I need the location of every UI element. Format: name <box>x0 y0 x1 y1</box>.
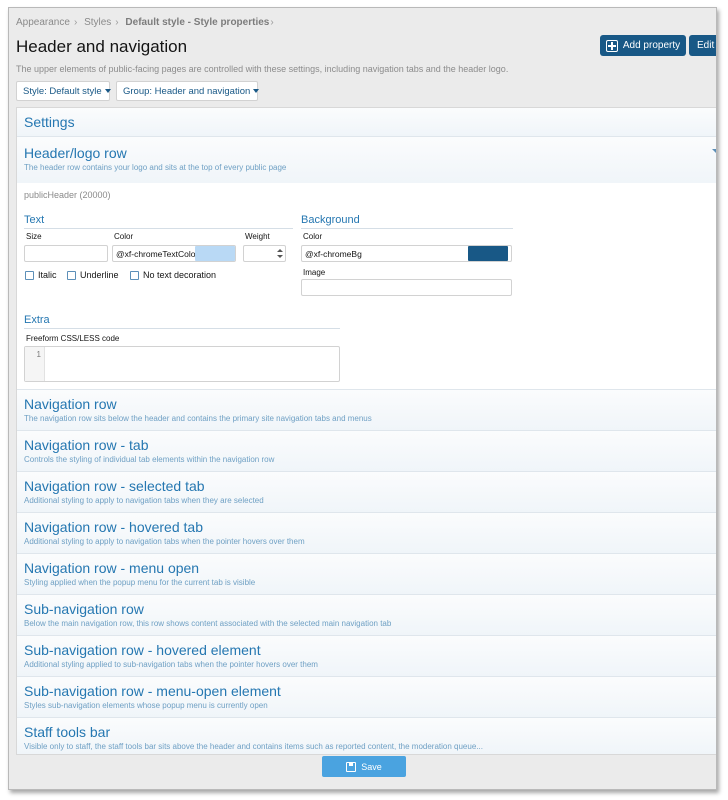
section-settings[interactable]: Settings <box>17 108 717 136</box>
style-filter-label: Style: Default style <box>23 85 102 97</box>
freeform-css-label: Freeform CSS/LESS code <box>26 334 120 343</box>
size-input[interactable] <box>24 245 108 262</box>
section-subtitle: Visible only to staff, the staff tools b… <box>24 742 483 751</box>
divider <box>24 328 340 329</box>
bg-color-value: @xf-chromeBg <box>305 248 362 259</box>
section-subtitle: Additional styling to apply to navigatio… <box>24 496 264 505</box>
chevron-right-icon <box>716 604 717 614</box>
section-header-logo-row[interactable]: Header/logo row The header row contains … <box>17 136 716 183</box>
no-decoration-checkbox[interactable] <box>130 271 139 280</box>
chevron-right-icon <box>716 686 717 696</box>
size-label: Size <box>26 232 42 241</box>
chevron-right-icon <box>716 399 717 409</box>
bg-color-swatch[interactable] <box>468 246 508 261</box>
group-filter-dropdown[interactable]: Group: Header and navigation <box>116 81 260 101</box>
app-window: Appearance › Styles › Default style - Styl… <box>8 7 717 790</box>
section-subtitle: Styling applied when the popup menu for … <box>24 578 256 587</box>
chevron-right-icon <box>716 440 717 450</box>
breadcrumb-style-properties[interactable]: Default style - Style properties <box>125 17 269 28</box>
properties-panel: Settings Header/logo row The header row … <box>16 107 717 755</box>
chevron-right-icon <box>716 727 717 737</box>
stepper-arrows-icon <box>277 249 283 258</box>
style-filter-dropdown[interactable]: Style: Default style <box>16 81 111 101</box>
text-group-title: Text <box>24 214 45 226</box>
image-label: Image <box>303 268 326 277</box>
section-subtitle: Additional styling applied to sub-naviga… <box>24 660 318 669</box>
caret-down-icon <box>253 89 260 93</box>
section-subtitle: Below the main navigation row, this row … <box>24 619 392 628</box>
section-sub-navigation-row[interactable]: Sub-navigation row Below the main naviga… <box>17 594 717 635</box>
bg-color-label: Color <box>303 232 323 241</box>
breadcrumb-appearance[interactable]: Appearance <box>16 17 70 28</box>
section-sub-navigation-row-menu-open[interactable]: Sub-navigation row - menu-open element S… <box>17 676 717 717</box>
chevron-right-icon <box>716 645 717 655</box>
section-sub-navigation-row-hovered[interactable]: Sub-navigation row - hovered element Add… <box>17 635 717 676</box>
underline-checkbox[interactable] <box>67 271 76 280</box>
divider <box>24 228 293 229</box>
section-navigation-row-hovered-tab[interactable]: Navigation row - hovered tab Additional … <box>17 512 717 553</box>
add-property-label: Add property <box>622 40 681 51</box>
section-title: Navigation row - hovered tab <box>24 519 203 535</box>
text-color-value: @xf-chromeTextColor <box>116 248 199 259</box>
line-number-gutter: 1 <box>25 347 45 381</box>
plus-square-icon <box>605 39 618 52</box>
save-button[interactable]: Save <box>322 756 406 777</box>
chevron-right-icon <box>716 563 717 573</box>
breadcrumb: Appearance › Styles › Default style - Styl… <box>16 17 274 28</box>
image-input[interactable] <box>301 279 512 296</box>
section-subtitle: Styles sub-navigation elements whose pop… <box>24 701 268 710</box>
section-title: Settings <box>24 114 75 130</box>
section-title: Navigation row - tab <box>24 437 149 453</box>
breadcrumb-styles[interactable]: Styles <box>84 17 111 28</box>
section-title: Navigation row - selected tab <box>24 478 205 494</box>
section-title: Navigation row <box>24 396 117 412</box>
no-decoration-label: No text decoration <box>143 270 217 280</box>
caret-down-icon <box>104 89 111 93</box>
save-icon <box>346 761 357 772</box>
section-title: Sub-navigation row - menu-open element <box>24 683 281 699</box>
edit-button[interactable]: Edit <box>689 35 716 56</box>
section-title: Sub-navigation row <box>24 601 144 617</box>
section-title: Navigation row - menu open <box>24 560 200 576</box>
weight-label: Weight <box>245 232 270 241</box>
section-staff-tools-bar[interactable]: Staff tools bar Visible only to staff, t… <box>17 717 717 754</box>
header-logo-row-editor: publicHeader (20000) Text Size Color @xf… <box>17 183 716 389</box>
chevron-right-icon <box>716 522 717 532</box>
color-label: Color <box>114 232 134 241</box>
section-title: Sub-navigation row - hovered element <box>24 642 261 658</box>
section-navigation-row[interactable]: Navigation row The navigation row sits b… <box>17 389 717 430</box>
chevron-right-icon <box>716 116 717 126</box>
section-navigation-row-menu-open[interactable]: Navigation row - menu open Styling appli… <box>17 553 717 594</box>
section-subtitle: The header row contains your logo and si… <box>24 163 287 172</box>
chevron-right-icon <box>716 481 717 491</box>
section-title: Header/logo row <box>24 145 127 161</box>
italic-label: Italic <box>38 270 57 280</box>
page-title: Header and navigation <box>16 37 188 56</box>
section-navigation-row-selected-tab[interactable]: Navigation row - selected tab Additional… <box>17 471 717 512</box>
section-subtitle: The navigation row sits below the header… <box>24 414 372 423</box>
underline-label: Underline <box>80 270 119 280</box>
divider <box>301 228 513 229</box>
section-navigation-row-tab[interactable]: Navigation row - tab Controls the stylin… <box>17 430 717 471</box>
italic-checkbox[interactable] <box>25 271 34 280</box>
edit-label: Edit <box>697 40 715 51</box>
group-filter-label: Group: Header and navigation <box>123 85 251 97</box>
chevron-down-icon <box>712 149 716 154</box>
property-name: publicHeader (20000) <box>24 190 111 200</box>
section-subtitle: Additional styling to apply to navigatio… <box>24 537 305 546</box>
text-color-swatch[interactable] <box>195 246 235 261</box>
background-group-title: Background <box>301 214 360 226</box>
page-description: The upper elements of public-facing page… <box>16 64 509 74</box>
extra-group-title: Extra <box>24 314 50 326</box>
freeform-css-editor[interactable]: 1 <box>24 346 340 382</box>
save-label: Save <box>361 761 382 772</box>
section-subtitle: Controls the styling of individual tab e… <box>24 455 275 464</box>
section-title: Staff tools bar <box>24 724 111 740</box>
weight-stepper[interactable] <box>243 245 286 262</box>
add-property-button[interactable]: Add property <box>600 35 686 56</box>
